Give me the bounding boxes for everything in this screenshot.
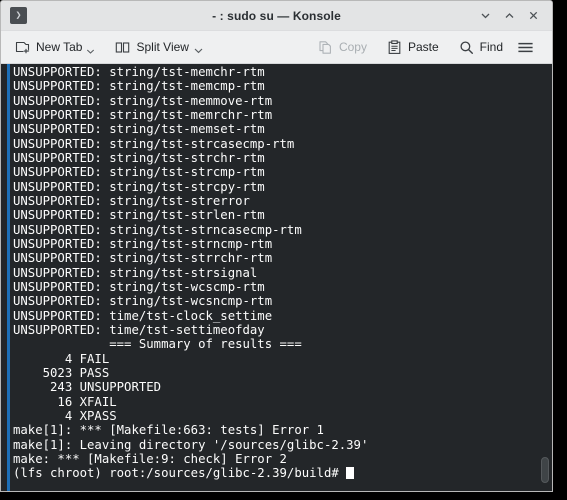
terminal-line: UNSUPPORTED: string/tst-strcmp-rtm (13, 165, 265, 180)
terminal-line: 4 FAIL (13, 351, 110, 366)
terminal-line: UNSUPPORTED: time/tst-clock_settime (13, 308, 273, 323)
terminal-cursor (346, 467, 354, 480)
window-title: - : sudo su — Konsole (212, 8, 341, 23)
terminal-line: UNSUPPORTED: string/tst-memrchr-rtm (13, 107, 273, 122)
terminal-scrollbar[interactable] (537, 64, 552, 491)
terminal-line: UNSUPPORTED: string/tst-strrchr-rtm (13, 251, 273, 266)
terminal-line: UNSUPPORTED: string/tst-wcscmp-rtm (13, 279, 265, 294)
paste-label: Paste (407, 40, 439, 54)
split-view-icon (114, 39, 131, 56)
menu-button[interactable] (513, 35, 543, 60)
terminal-line: UNSUPPORTED: string/tst-strerror (13, 193, 250, 208)
focus-stripe (7, 64, 10, 491)
new-tab-icon (14, 39, 31, 56)
terminal-line: UNSUPPORTED: string/tst-strncasecmp-rtm (13, 222, 302, 237)
split-view-chevron-down-icon[interactable] (193, 38, 204, 56)
paste-button[interactable]: Paste (382, 35, 443, 60)
new-tab-button[interactable]: New Tab (10, 35, 99, 60)
title-bar[interactable]: ❯ - : sudo su — Konsole (1, 1, 552, 31)
copy-icon (317, 39, 334, 56)
terminal-line: make[1]: *** [Makefile:663: tests] Error… (13, 423, 324, 438)
terminal-output[interactable]: UNSUPPORTED: string/tst-memchr-rtm UNSUPP… (1, 64, 537, 491)
copy-label: Copy (338, 40, 367, 54)
search-icon (458, 39, 475, 56)
terminal-prompt-line: (lfs chroot) root:/sources/glibc-2.39/bu… (13, 466, 537, 480)
hamburger-menu-icon (517, 39, 534, 56)
terminal-line: UNSUPPORTED: string/tst-memcmp-rtm (13, 79, 265, 94)
terminal-line: UNSUPPORTED: string/tst-wcsncmp-rtm (13, 294, 273, 309)
minimize-button[interactable] (473, 5, 497, 27)
terminal-line: UNSUPPORTED: string/tst-strlen-rtm (13, 208, 265, 223)
split-view-button[interactable]: Split View (110, 35, 207, 60)
terminal-line: UNSUPPORTED: string/tst-strchr-rtm (13, 150, 265, 165)
terminal-prompt: (lfs chroot) root:/sources/glibc-2.39/bu… (13, 466, 347, 481)
terminal-line: UNSUPPORTED: string/tst-memmove-rtm (13, 93, 273, 108)
window-controls (473, 5, 552, 27)
copy-button[interactable]: Copy (313, 35, 371, 60)
main-toolbar: New Tab Split View Copy Paste Find (1, 31, 552, 64)
new-tab-chevron-down-icon[interactable] (86, 38, 95, 56)
scrollbar-thumb[interactable] (541, 457, 549, 483)
terminal-line: UNSUPPORTED: string/tst-memchr-rtm (13, 65, 265, 79)
close-button[interactable] (521, 5, 545, 27)
split-view-label: Split View (136, 40, 189, 54)
terminal-line: UNSUPPORTED: string/tst-strcasecmp-rtm (13, 136, 295, 151)
terminal-line: === Summary of results === (13, 337, 302, 352)
paste-icon (386, 39, 403, 56)
terminal-line: UNSUPPORTED: string/tst-strcpy-rtm (13, 179, 265, 194)
terminal-area[interactable]: UNSUPPORTED: string/tst-memchr-rtm UNSUPP… (1, 64, 552, 491)
terminal-line: UNSUPPORTED: string/tst-strncmp-rtm (13, 236, 273, 251)
terminal-line: UNSUPPORTED: string/tst-memset-rtm (13, 122, 265, 137)
konsole-icon: ❯ (10, 7, 27, 24)
terminal-line: 5023 PASS (13, 365, 110, 380)
terminal-line: UNSUPPORTED: string/tst-strsignal (13, 265, 258, 280)
terminal-line: 4 XPASS (13, 408, 117, 423)
terminal-line: make[1]: Leaving directory '/sources/gli… (13, 437, 369, 452)
terminal-line: 16 XFAIL (13, 394, 117, 409)
new-tab-label: New Tab (36, 40, 83, 54)
terminal-line: 243 UNSUPPORTED (13, 380, 162, 395)
terminal-line: make: *** [Makefile:9: check] Error 2 (13, 451, 287, 466)
find-label: Find (479, 40, 503, 54)
find-button[interactable]: Find (454, 35, 507, 60)
konsole-window: ❯ - : sudo su — Konsole New Tab Split Vi… (0, 0, 553, 492)
terminal-line: UNSUPPORTED: time/tst-settimeofday (13, 322, 265, 337)
maximize-button[interactable] (497, 5, 521, 27)
